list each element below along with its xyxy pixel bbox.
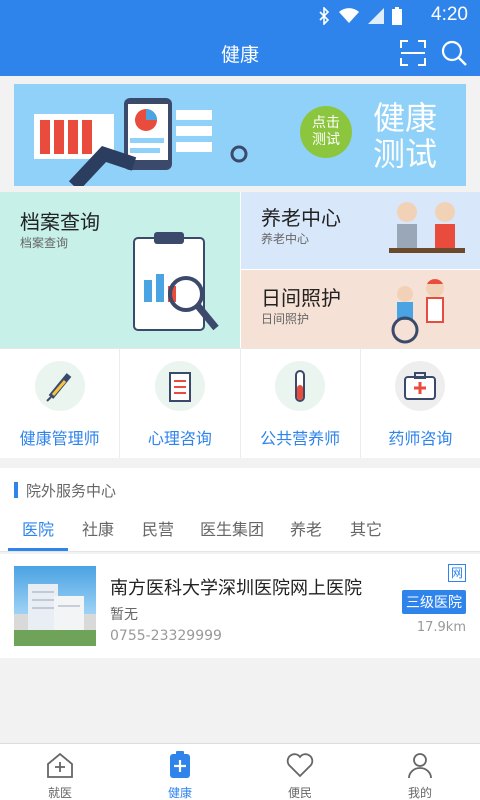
app-header: 健康 — [0, 30, 480, 76]
service-psych-consult[interactable]: 心理咨询 — [120, 349, 241, 458]
service-health-manager[interactable]: 健康管理师 — [0, 349, 121, 458]
records-subtitle: 档案查询 — [20, 236, 69, 250]
test-tube-icon — [275, 361, 326, 411]
records-query-tile[interactable]: 档案查询 档案查询 — [0, 192, 240, 348]
tab-community[interactable]: 社康 — [82, 516, 114, 540]
tab-label: 便民 — [287, 786, 312, 800]
scan-icon[interactable] — [400, 40, 426, 66]
daycare-subtitle: 日间照护 — [261, 312, 310, 326]
health-plus-icon — [170, 751, 190, 778]
service-label: 健康管理师 — [19, 429, 100, 448]
wifi-icon — [339, 8, 359, 23]
section-title: 院外服务中心 — [26, 482, 117, 500]
tab-mine[interactable]: 我的 — [360, 744, 480, 800]
day-care-tile[interactable]: 日间照护 日间照护 — [241, 270, 480, 348]
hospital-icon — [47, 752, 73, 778]
tab-hospital[interactable]: 医院 — [22, 516, 54, 540]
start-test-button[interactable]: 点击测试 — [300, 106, 352, 158]
category-tabs: 医院 社康 民营 医生集团 养老 其它 — [0, 512, 480, 552]
user-icon — [408, 753, 432, 779]
outpatient-service-center: 院外服务中心 医院 社康 民营 医生集团 养老 其它 — [0, 468, 480, 552]
services-row: 健康管理师 心理咨询 公共营养师 药师咨询 — [0, 348, 480, 458]
service-label: 公共营养师 — [260, 429, 341, 448]
banner-illustration — [34, 98, 248, 186]
service-label: 药师咨询 — [388, 429, 453, 448]
bluetooth-icon — [319, 7, 330, 25]
signal-icon — [368, 8, 384, 24]
search-icon[interactable] — [440, 39, 468, 67]
hospital-note: 暂无 — [110, 607, 138, 623]
tab-convenience[interactable]: 便民 — [240, 744, 360, 800]
tab-label: 就医 — [47, 786, 72, 800]
wheelchair-care-icon — [391, 279, 444, 344]
battery-icon — [392, 7, 402, 25]
medical-kit-icon — [395, 361, 446, 411]
tab-medical[interactable]: 就医 — [0, 744, 120, 800]
hospital-phone[interactable]: 0755-23329999 — [110, 628, 222, 644]
hospital-level-badge: 三级医院 — [402, 590, 466, 614]
tab-elderly[interactable]: 养老 — [290, 516, 322, 540]
tab-doctor-group[interactable]: 医生集团 — [200, 516, 264, 540]
status-time: 4:20 — [431, 4, 468, 25]
online-badge: 网 — [448, 564, 466, 582]
status-icons — [318, 7, 402, 25]
health-test-banner[interactable]: 点击测试 健康测试 — [14, 84, 466, 186]
hospital-name: 南方医科大学深圳医院网上医院 — [110, 578, 362, 599]
elderly-title: 养老中心 — [261, 206, 341, 230]
elderly-couple-icon — [389, 202, 465, 253]
hospital-distance: 17.9km — [416, 620, 466, 635]
start-test-label: 点击测试 — [312, 115, 340, 148]
tab-label: 健康 — [167, 786, 192, 800]
service-pharmacist[interactable]: 药师咨询 — [361, 349, 480, 458]
tab-private[interactable]: 民营 — [142, 516, 174, 540]
active-tab-indicator — [8, 548, 68, 551]
hospital-photo — [14, 566, 96, 646]
banner-title: 健康测试 — [372, 99, 437, 173]
records-title: 档案查询 — [20, 210, 100, 234]
syringe-icon — [34, 361, 85, 411]
tab-other[interactable]: 其它 — [350, 516, 382, 540]
list-item[interactable]: 南方医科大学深圳医院网上医院 暂无 0755-23329999 网 三级医院 1… — [0, 554, 480, 658]
elderly-center-tile[interactable]: 养老中心 养老中心 — [241, 192, 480, 269]
daycare-title: 日间照护 — [261, 286, 341, 310]
elderly-subtitle: 养老中心 — [261, 232, 310, 246]
heart-icon — [286, 753, 314, 778]
clipboard-icon — [154, 361, 205, 411]
service-nutritionist[interactable]: 公共营养师 — [241, 349, 361, 458]
tab-label: 我的 — [407, 786, 432, 800]
clipboard-chart-icon — [133, 232, 219, 331]
tab-health[interactable]: 健康 — [120, 744, 240, 800]
section-accent-bar — [14, 482, 18, 498]
feature-grid: 档案查询 档案查询 养老中心 养老中心 日间照护 日间照护 — [0, 192, 480, 348]
bottom-tab-bar: 就医 健康 便民 我的 — [0, 743, 480, 800]
status-bar: 4:20 — [0, 0, 480, 30]
service-label: 心理咨询 — [147, 429, 212, 448]
